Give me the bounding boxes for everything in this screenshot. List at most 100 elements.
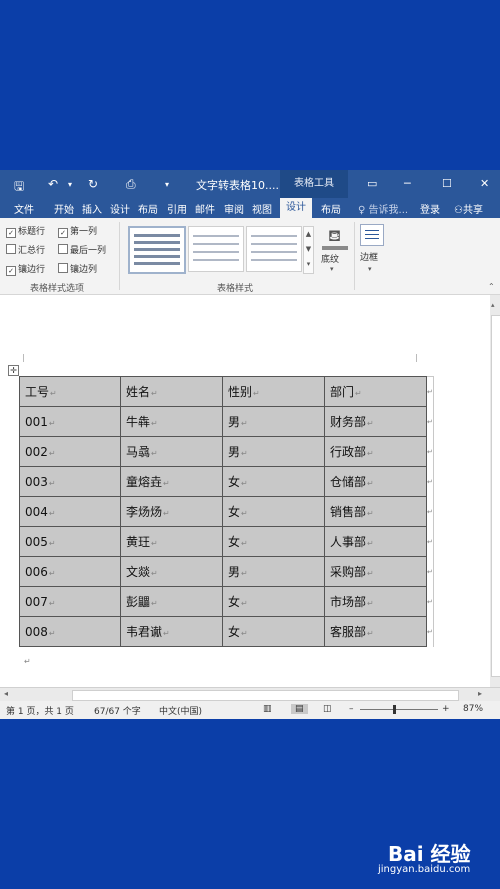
tab-insert[interactable]: 插入	[82, 201, 102, 216]
table-cell[interactable]: 采购部↵	[324, 556, 427, 587]
table-cell[interactable]: 黄玨↵	[120, 526, 223, 557]
customize-toolbar-icon[interactable]: ▾	[165, 180, 169, 189]
table-cell[interactable]: 销售部↵	[324, 496, 427, 527]
tab-mailings[interactable]: 邮件	[195, 201, 215, 216]
zoom-in-icon[interactable]: +	[442, 704, 450, 714]
option-banded-rows[interactable]: ✓ 镶边行	[6, 262, 45, 276]
language-indicator[interactable]: 中文(中国)	[159, 704, 202, 717]
table-cell[interactable]: 彭鼺↵	[120, 586, 223, 617]
table-row[interactable]: 001↵ 牛犇↵ 男↵ 财务部↵ ↵	[19, 406, 434, 437]
option-banded-columns[interactable]: 镶边列	[58, 262, 97, 275]
table-cell[interactable]: 007↵	[19, 586, 121, 617]
borders-button[interactable]: 边框 ▾	[358, 222, 386, 278]
table-cell[interactable]: 女↵	[222, 586, 325, 617]
horizontal-scroll-thumb[interactable]	[72, 690, 459, 701]
scroll-up-icon[interactable]: ▴	[491, 301, 495, 309]
table-cell[interactable]: 004↵	[19, 496, 121, 527]
option-header-row[interactable]: ✓ 标题行	[6, 224, 45, 238]
table-cell[interactable]: 男↵	[222, 556, 325, 587]
table-cell[interactable]: 工号↵	[19, 376, 121, 407]
table-row[interactable]: 006↵ 文燚↵ 男↵ 采购部↵ ↵	[19, 556, 434, 587]
gallery-up-icon[interactable]: ▲	[304, 227, 313, 242]
shading-button[interactable]: ⛾ 底纹 ▾	[318, 222, 358, 278]
table-cell[interactable]: 女↵	[222, 616, 325, 647]
read-mode-icon[interactable]: ▥	[263, 704, 272, 714]
table-row[interactable]: 003↵ 童熔垚↵ 女↵ 仓储部↵ ↵	[19, 466, 434, 497]
table-cell[interactable]: 003↵	[19, 466, 121, 497]
table-cell[interactable]: 市场部↵	[324, 586, 427, 617]
table-cell[interactable]: 006↵	[19, 556, 121, 587]
scroll-right-icon[interactable]: ▸	[478, 689, 482, 698]
table-cell[interactable]: 马骉↵	[120, 436, 223, 467]
table-cell[interactable]: 008↵	[19, 616, 121, 647]
close-icon[interactable]: ✕	[480, 177, 489, 190]
vertical-scroll-thumb[interactable]	[491, 315, 500, 677]
gallery-more-icon[interactable]: ▾	[304, 257, 313, 272]
share-button[interactable]: ⚇共享	[454, 201, 483, 216]
minimize-icon[interactable]: ─	[404, 177, 411, 190]
table-cell[interactable]: 文燚↵	[120, 556, 223, 587]
tell-me-box[interactable]: ♀ 告诉我...	[358, 201, 408, 216]
option-last-column[interactable]: 最后一列	[58, 243, 106, 256]
table-cell[interactable]: 005↵	[19, 526, 121, 557]
horizontal-scrollbar[interactable]: ◂ ▸	[0, 687, 500, 702]
table-cell[interactable]: 牛犇↵	[120, 406, 223, 437]
table-row[interactable]: 004↵ 李炀炀↵ 女↵ 销售部↵ ↵	[19, 496, 434, 527]
tab-references[interactable]: 引用	[167, 201, 187, 216]
table-cell[interactable]: 女↵	[222, 466, 325, 497]
table-move-handle-icon[interactable]: ✛	[8, 365, 19, 376]
gallery-down-icon[interactable]: ▼	[304, 242, 313, 257]
table-header-row[interactable]: 工号↵ 姓名↵ 性别↵ 部门↵ ↵	[19, 376, 434, 407]
collapse-ribbon-icon[interactable]: ⌃	[488, 282, 495, 291]
zoom-slider-thumb[interactable]	[393, 705, 396, 714]
table-cell[interactable]: 仓储部↵	[324, 466, 427, 497]
option-first-column[interactable]: ✓ 第一列	[58, 224, 97, 238]
table-row[interactable]: 002↵ 马骉↵ 男↵ 行政部↵ ↵	[19, 436, 434, 467]
print-layout-icon[interactable]: ▤	[291, 704, 308, 714]
tab-layout[interactable]: 布局	[138, 201, 158, 216]
table-cell[interactable]: 部门↵	[324, 376, 427, 407]
tab-home[interactable]: 开始	[54, 201, 74, 216]
vertical-scrollbar[interactable]: ▴	[490, 295, 500, 687]
word-count[interactable]: 67/67 个字	[94, 704, 141, 717]
zoom-slider[interactable]	[360, 709, 438, 710]
tab-table-design[interactable]: 设计	[280, 198, 312, 218]
table-row[interactable]: 008↵ 韦君谳↵ 女↵ 客服部↵ ↵	[19, 616, 434, 647]
undo-dropdown-icon[interactable]: ▾	[68, 180, 72, 189]
table-cell[interactable]: 李炀炀↵	[120, 496, 223, 527]
table-cell[interactable]: 男↵	[222, 436, 325, 467]
table-cell[interactable]: 客服部↵	[324, 616, 427, 647]
tab-table-layout[interactable]: 布局	[321, 201, 341, 216]
tab-view[interactable]: 视图	[252, 201, 272, 216]
login-link[interactable]: 登录	[420, 201, 440, 216]
tab-design[interactable]: 设计	[110, 201, 130, 216]
gallery-scroll[interactable]: ▲ ▼ ▾	[303, 226, 314, 274]
redo-icon[interactable]: ↻	[88, 177, 98, 191]
print-preview-icon[interactable]: ⎙	[126, 177, 136, 192]
table-row[interactable]: 005↵ 黄玨↵ 女↵ 人事部↵ ↵	[19, 526, 434, 557]
table-cell[interactable]: 韦君谳↵	[120, 616, 223, 647]
table-cell[interactable]: 人事部↵	[324, 526, 427, 557]
table-style-2[interactable]	[188, 226, 244, 272]
table-cell[interactable]: 行政部↵	[324, 436, 427, 467]
maximize-icon[interactable]: ☐	[442, 177, 452, 190]
undo-icon[interactable]: ↶	[48, 177, 58, 191]
zoom-out-icon[interactable]: –	[349, 704, 354, 714]
table-cell[interactable]: 财务部↵	[324, 406, 427, 437]
page-count[interactable]: 第 1 页，共 1 页	[6, 704, 74, 717]
option-total-row[interactable]: 汇总行	[6, 243, 45, 256]
ribbon-display-icon[interactable]: ▭	[367, 177, 377, 190]
table-style-1[interactable]	[128, 226, 186, 274]
table-style-3[interactable]	[246, 226, 302, 272]
save-icon[interactable]: 🖫	[14, 177, 24, 198]
table-cell[interactable]: 性别↵	[222, 376, 325, 407]
table-cell[interactable]: 女↵	[222, 526, 325, 557]
table-cell[interactable]: 002↵	[19, 436, 121, 467]
table-cell[interactable]: 女↵	[222, 496, 325, 527]
table-cell[interactable]: 001↵	[19, 406, 121, 437]
table-cell[interactable]: 男↵	[222, 406, 325, 437]
table-cell[interactable]: 童熔垚↵	[120, 466, 223, 497]
table-row[interactable]: 007↵ 彭鼺↵ 女↵ 市场部↵ ↵	[19, 586, 434, 617]
table-cell[interactable]: 姓名↵	[120, 376, 223, 407]
zoom-level[interactable]: 87%	[463, 704, 483, 714]
